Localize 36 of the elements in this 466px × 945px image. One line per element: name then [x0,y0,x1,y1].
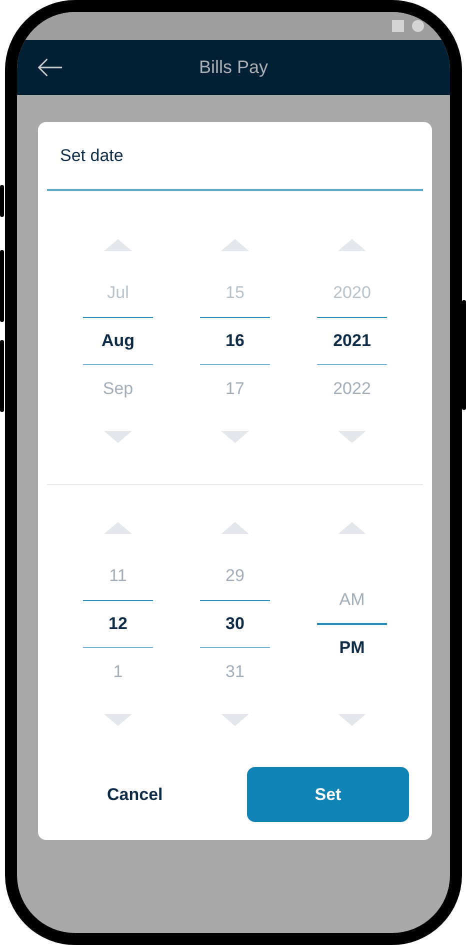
back-arrow-icon[interactable] [37,58,63,77]
set-button[interactable]: Set [247,767,409,822]
picker-value[interactable]: 2021 [317,317,387,365]
picker-value[interactable]: 2022 [317,365,387,413]
circle-icon [412,20,424,32]
up-triangle-icon[interactable] [221,522,249,534]
down-triangle-icon[interactable] [104,431,132,443]
down-triangle-icon[interactable] [104,714,132,726]
cancel-button[interactable]: Cancel [87,767,183,822]
up-triangle-icon[interactable] [104,522,132,534]
picker-value[interactable]: Aug [83,317,153,365]
picker-value[interactable]: 16 [200,317,270,365]
down-triangle-icon[interactable] [338,714,366,726]
picker-value[interactable]: Jul [83,269,153,317]
picker-value[interactable]: AM [317,576,387,624]
up-triangle-icon[interactable] [104,239,132,251]
picker-value[interactable]: Sep [83,365,153,413]
picker-value[interactable]: 15 [200,269,270,317]
down-triangle-icon[interactable] [221,431,249,443]
picker-value[interactable]: 31 [200,648,270,696]
picker-value[interactable]: PM [317,624,387,672]
down-triangle-icon[interactable] [221,714,249,726]
picker-value[interactable]: 1 [83,648,153,696]
picker-value[interactable]: 12 [83,600,153,648]
picker-value[interactable]: 2020 [317,269,387,317]
down-triangle-icon[interactable] [338,431,366,443]
up-triangle-icon[interactable] [221,239,249,251]
dialog-title: Set date [59,145,124,166]
picker-value[interactable]: 17 [200,365,270,413]
up-triangle-icon[interactable] [338,239,366,251]
picker-value[interactable]: 11 [83,552,153,600]
picker-value[interactable]: 30 [200,600,270,648]
square-icon [392,20,404,32]
screen-title: Bills Pay [198,57,268,78]
up-triangle-icon[interactable] [338,522,366,534]
picker-value[interactable]: 29 [200,552,270,600]
